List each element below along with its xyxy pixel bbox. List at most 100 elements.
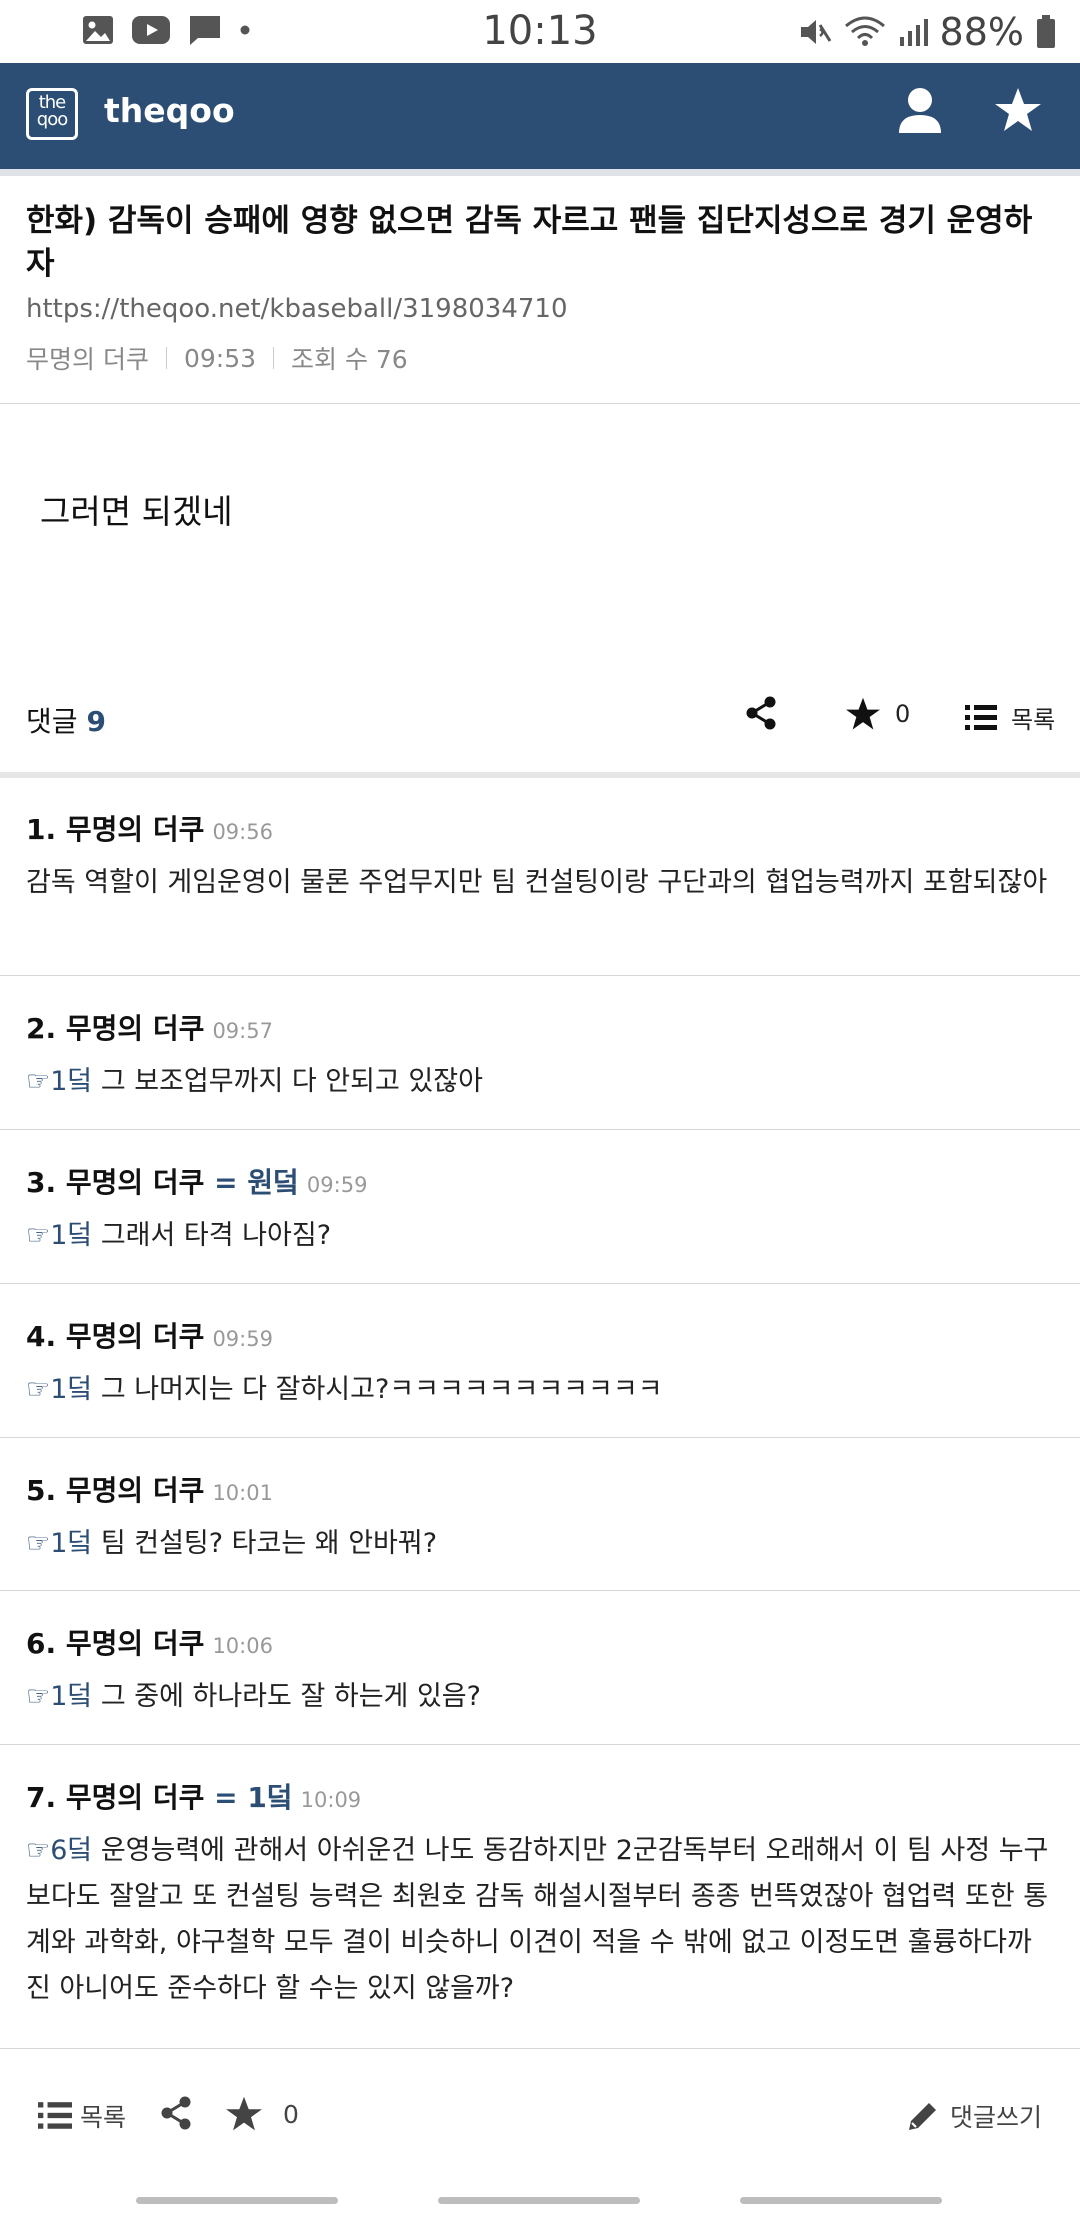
comment-divider [0, 1129, 1080, 1130]
share-icon [746, 696, 776, 730]
op-badge: = 원덬 [204, 1166, 299, 1199]
comment-header: 5. 무명의 더쿠 10:01 [26, 1469, 1056, 1509]
bottom-list-button[interactable]: 목록 [38, 2098, 126, 2134]
comment-divider [0, 1744, 1080, 1745]
share-icon [161, 2096, 191, 2130]
star-button[interactable]: 0 [845, 697, 910, 731]
comment-item: 1. 무명의 더쿠 09:56 감독 역할이 게임운영이 물론 주업무지만 팀 컨… [26, 808, 1056, 906]
comment-time: 10:09 [300, 1788, 362, 1812]
bottom-share-button[interactable] [160, 2096, 192, 2130]
header-shadow [0, 169, 1080, 176]
comment-author: 무명의 더쿠 [65, 1781, 205, 1814]
comment-divider [0, 2048, 1080, 2049]
meta-divider [273, 347, 274, 369]
comment-count-label: 댓글 [26, 705, 78, 738]
comment-time: 09:57 [212, 1019, 273, 1043]
comment-time: 09:59 [212, 1327, 273, 1351]
status-bar: 10:13 88% [0, 0, 1080, 63]
comment-number: 5. [26, 1474, 57, 1507]
app-header: the qoo theqoo [0, 63, 1080, 169]
comment-header: 2. 무명의 더쿠 09:57 [26, 1007, 1056, 1047]
theqoo-logo[interactable]: the qoo [26, 88, 78, 140]
comment-divider [0, 975, 1080, 976]
comment-header: 7. 무명의 더쿠 = 1덬 10:09 [26, 1776, 1056, 1816]
mute-icon [800, 20, 831, 44]
reply-reference[interactable]: ☞1덬 [26, 1528, 92, 1559]
comment-author: 무명의 더쿠 [65, 1320, 205, 1353]
star-icon [846, 697, 880, 730]
comment-text: ☞1덬 그 보조업무까지 다 안되고 있잖아 [26, 1066, 483, 1097]
bottom-star-button[interactable]: 0 [225, 2096, 299, 2132]
post-url[interactable]: https://theqoo.net/kbaseball/3198034710 [26, 294, 568, 324]
comment-number: 4. [26, 1320, 57, 1353]
system-icons: 88% [798, 10, 1056, 54]
post-title: 한화) 감독이 승패에 영향 없으면 감독 자르고 팬들 집단지성으로 경기 운… [26, 203, 1033, 282]
write-comment-label: 댓글쓰기 [950, 2103, 1043, 2132]
comment-divider [0, 1283, 1080, 1284]
comment-item: 2. 무명의 더쿠 09:57 ☞1덬 그 보조업무까지 다 안되고 있잖아 [26, 1007, 1056, 1105]
write-comment-button[interactable]: 댓글쓰기 [906, 2098, 1042, 2134]
reply-reference[interactable]: ☞1덬 [26, 1066, 92, 1097]
comment-author: 무명의 더쿠 [65, 1627, 205, 1660]
comment-time: 09:59 [306, 1173, 368, 1197]
post-body: 그러면 되겠네 [40, 492, 233, 531]
reply-reference[interactable]: ☞6덬 [26, 1835, 92, 1866]
post-views: 조회 수 76 [291, 345, 408, 374]
comment-text: ☞1덬 그래서 타격 나아짐? [26, 1220, 332, 1251]
nav-gesture-bar[interactable] [740, 2197, 942, 2204]
comment-text: 감독 역할이 게임운영이 물론 주업무지만 팀 컨설팅이랑 구단과의 협업능력까… [26, 867, 1048, 898]
comment-item: 7. 무명의 더쿠 = 1덬 10:09 ☞6덬 운영능력에 관해서 아쉬운건 나… [26, 1776, 1056, 2012]
battery-percent: 88% [939, 10, 1024, 54]
comment-text: ☞1덬 그 나머지는 다 잘하시고?ㅋㅋㅋㅋㅋㅋㅋㅋㅋㅋㅋ [26, 1374, 663, 1405]
signal-icon [899, 19, 928, 46]
op-badge: = 1덬 [204, 1781, 293, 1814]
header-divider [0, 403, 1080, 404]
section-divider [0, 772, 1080, 778]
comment-item: 3. 무명의 더쿠 = 원덬 09:59 ☞1덬 그래서 타격 나아짐? [26, 1161, 1056, 1259]
comment-time: 09:56 [212, 820, 273, 844]
battery-icon [1037, 15, 1055, 48]
list-button[interactable]: 목록 [965, 700, 1055, 735]
comment-header: 6. 무명의 더쿠 10:06 [26, 1622, 1056, 1662]
pencil-icon [909, 2103, 936, 2130]
comment-number: 2. [26, 1012, 57, 1045]
comment-number: 3. [26, 1166, 57, 1199]
comment-divider [0, 1437, 1080, 1438]
bottom-star-count: 0 [283, 2099, 299, 2129]
nav-gesture-bar[interactable] [136, 2197, 338, 2204]
comment-time: 10:06 [212, 1634, 273, 1658]
bottom-list-label: 목록 [80, 2103, 127, 2132]
comment-time: 10:01 [212, 1481, 273, 1505]
comment-item: 4. 무명의 더쿠 09:59 ☞1덬 그 나머지는 다 잘하시고?ㅋㅋㅋㅋㅋㅋㅋ… [26, 1315, 1056, 1413]
nav-gesture-bar[interactable] [438, 2197, 640, 2204]
star-icon[interactable] [994, 87, 1042, 133]
reply-reference[interactable]: ☞1덬 [26, 1220, 92, 1251]
comment-header: 1. 무명의 더쿠 09:56 [26, 808, 1056, 848]
comment-header: 3. 무명의 더쿠 = 원덬 09:59 [26, 1161, 1056, 1201]
comment-text: ☞1덬 팀 컨설팅? 타코는 왜 안바꿔? [26, 1528, 438, 1559]
comment-text: ☞1덬 그 중에 하나라도 잘 하는게 있음? [26, 1681, 481, 1712]
post-time: 09:53 [183, 343, 256, 373]
comment-number: 6. [26, 1627, 57, 1660]
brand-name[interactable]: theqoo [104, 91, 235, 130]
comment-text: ☞6덬 운영능력에 관해서 아쉬운건 나도 동감하지만 2군감독부터 오래해서 … [26, 1835, 1049, 2004]
comment-author: 무명의 더쿠 [65, 813, 205, 846]
reply-reference[interactable]: ☞1덬 [26, 1374, 92, 1405]
share-button[interactable] [745, 696, 777, 730]
comment-number: 7. [26, 1781, 57, 1814]
comment-header: 4. 무명의 더쿠 09:59 [26, 1315, 1056, 1355]
comment-author: 무명의 더쿠 [65, 1474, 205, 1507]
user-icon[interactable] [898, 87, 942, 135]
comment-author: 무명의 더쿠 [65, 1166, 205, 1199]
comment-item: 6. 무명의 더쿠 10:06 ☞1덬 그 중에 하나라도 잘 하는게 있음? [26, 1622, 1056, 1720]
comment-item: 5. 무명의 더쿠 10:01 ☞1덬 팀 컨설팅? 타코는 왜 안바꿔? [26, 1469, 1056, 1567]
post-author: 무명의 더쿠 [26, 345, 149, 374]
star-icon [226, 2096, 262, 2131]
reply-reference[interactable]: ☞1덬 [26, 1681, 92, 1712]
meta-divider [165, 347, 167, 369]
comment-count: 댓글 9 [26, 700, 106, 740]
list-icon [965, 704, 997, 730]
post-meta: 무명의 더쿠 09:53 조회 수 76 [26, 340, 408, 376]
comment-number: 1. [26, 813, 57, 846]
comment-count-number: 9 [86, 705, 106, 738]
